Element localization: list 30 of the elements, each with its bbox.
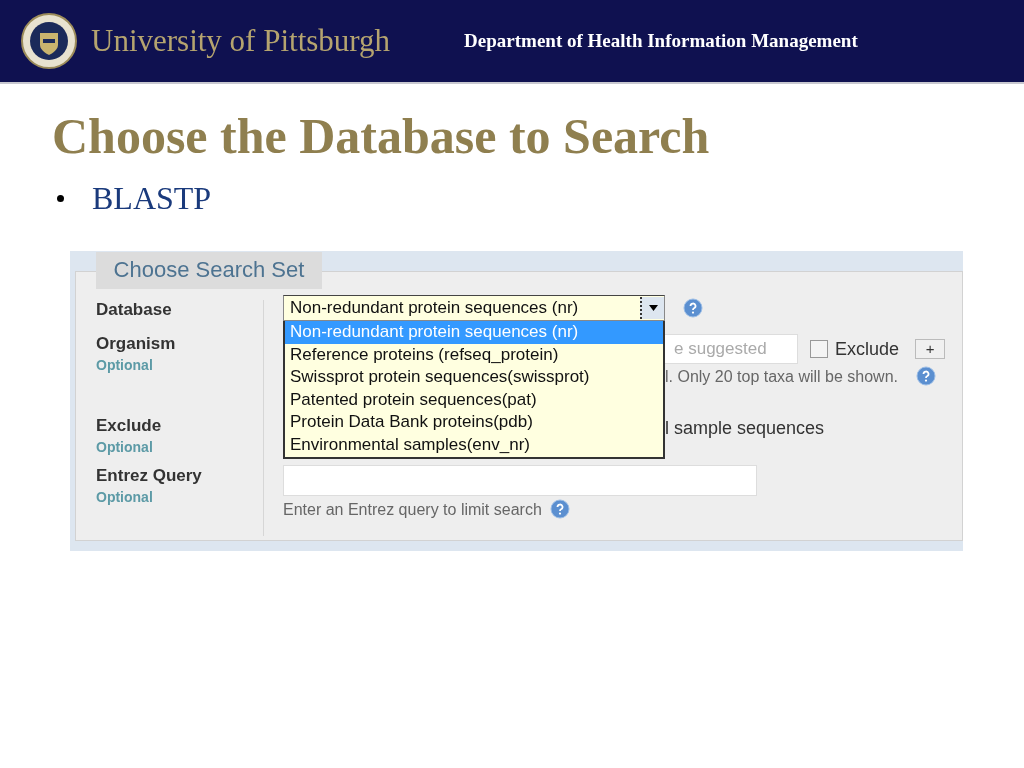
add-button[interactable]: + [915,339,946,359]
dropdown-option[interactable]: Reference proteins (refseq_protein) [285,343,663,367]
dropdown-option[interactable]: Protein Data Bank proteins(pdb) [285,411,663,434]
help-icon[interactable] [683,298,703,318]
field-label: Exclude [96,416,163,436]
department-name: Department of Health Information Management [464,30,858,52]
hint-text: l. Only 20 top taxa will be shown. [665,368,898,386]
optional-note: Optional [96,438,154,457]
help-icon[interactable] [549,499,570,519]
bullet-icon [57,195,64,202]
database-select[interactable]: Non-redundant protein sequences (nr) [283,295,665,321]
university-name: University of Pittsburgh [91,23,391,59]
dropdown-option[interactable]: Patented protein sequences(pat) [285,388,663,412]
slide-title: Choose the Database to Search [52,107,711,166]
seal-icon [21,13,77,69]
exclude-checkbox[interactable] [810,340,828,358]
dropdown-option[interactable]: Environmental samples(env_nr) [285,433,663,457]
help-icon[interactable] [916,366,936,386]
entrez-query-field[interactable] [283,465,757,496]
section-tab[interactable]: Choose Search Set [96,252,322,289]
field-label: Entrez Query [96,466,203,486]
bullet-text: BLASTP [92,180,212,217]
dropdown-option[interactable]: Swissprot protein sequences(swissprot) [285,366,663,389]
option-label: l sample sequences [665,418,825,439]
hint-text: Enter an Entrez query to limit search [283,501,542,519]
field-label: Organism [96,334,177,354]
field-label: Database [96,300,173,320]
checkbox-label: Exclude [835,338,900,360]
optional-note: Optional [96,488,154,507]
optional-note: Optional [96,356,154,375]
